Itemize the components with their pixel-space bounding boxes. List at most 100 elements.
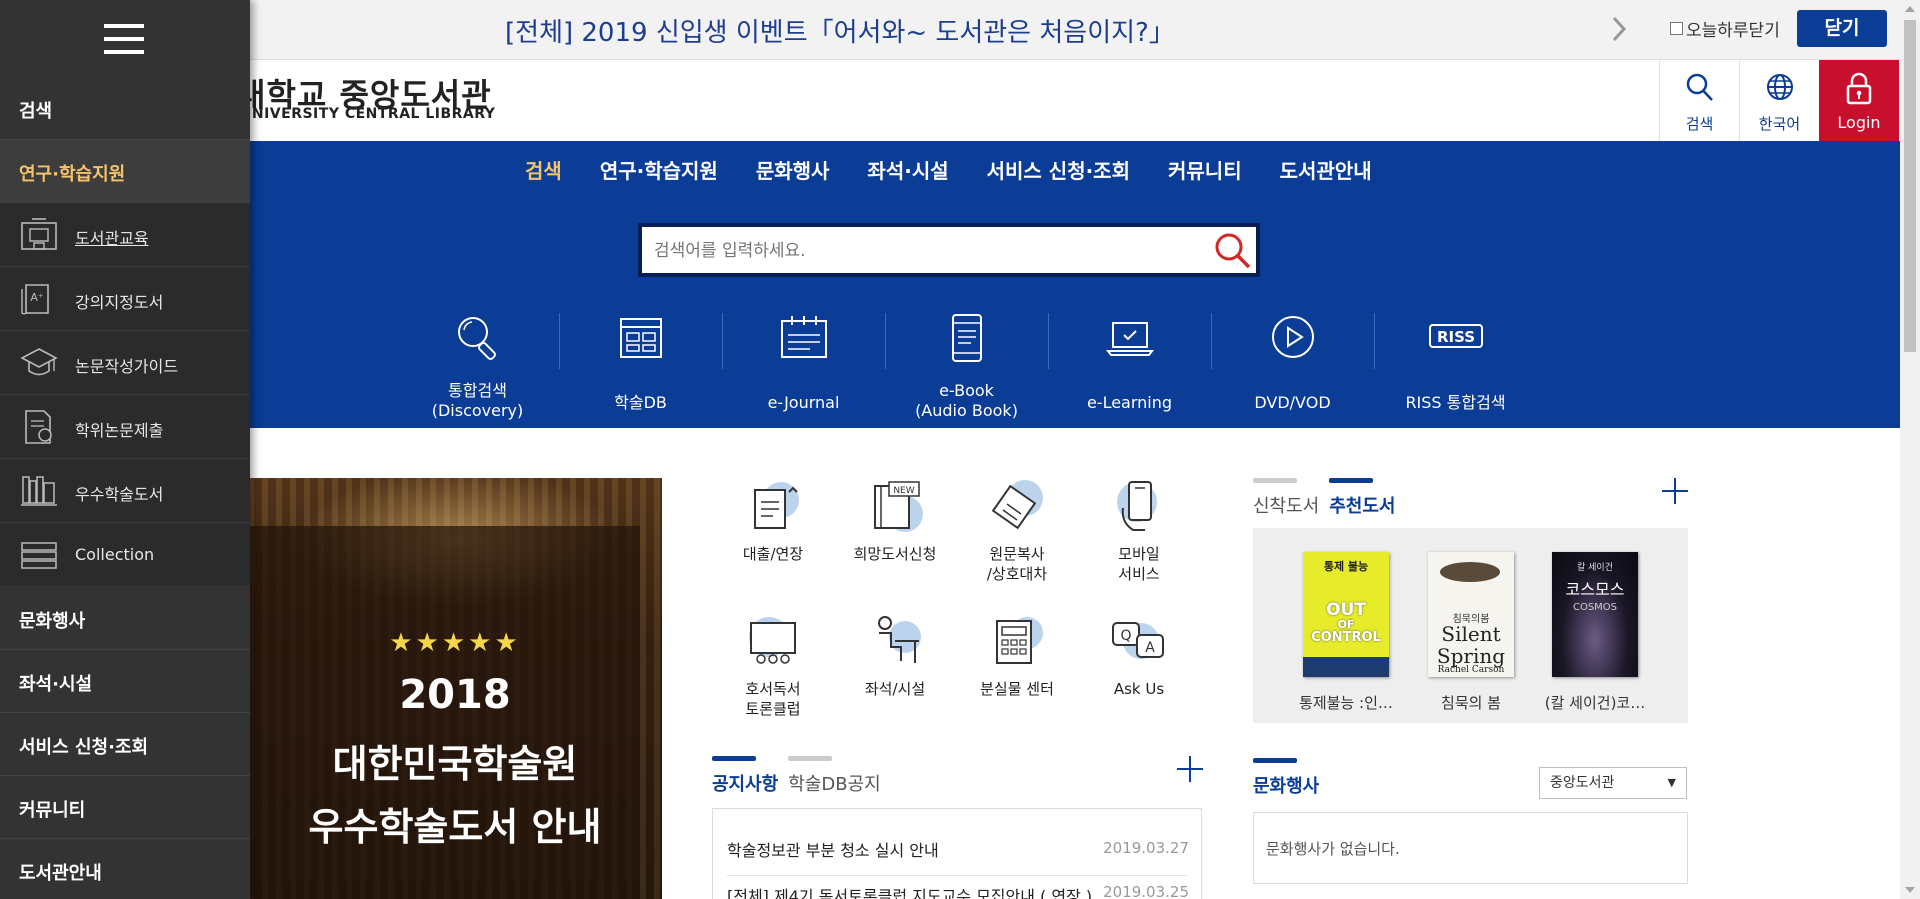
- book-title[interactable]: (칼 세이건)코…: [1532, 692, 1658, 713]
- search-input[interactable]: [654, 239, 1194, 263]
- gnb-culture[interactable]: 문화행사: [756, 155, 830, 184]
- search-icon: [1686, 73, 1713, 101]
- logo-english[interactable]: UNIVERSITY CENTRAL LIBRARY: [240, 106, 495, 122]
- library-select[interactable]: 중앙도서관 ▼: [1539, 767, 1687, 799]
- tab-recommended-books[interactable]: 추천도서: [1329, 478, 1396, 518]
- discussion-icon: [749, 617, 796, 664]
- notice-title[interactable]: [전체] 제4기 독서토론클럽 지도교수 모집안내 ( 연장 ): [727, 883, 1097, 899]
- side-item-seats[interactable]: 좌석·시설: [0, 650, 250, 713]
- notice-list: 학술정보관 부분 청소 실시 안내 2019.03.27 [전체] 제4기 독서…: [712, 808, 1202, 899]
- service-seats[interactable]: 좌석/시설: [834, 613, 956, 743]
- notice-link[interactable]: [전체] 2019 신입생 이벤트「어서와~ 도서관은 처음이지?」: [505, 12, 1175, 49]
- side-item-research[interactable]: 연구·학습지원: [0, 140, 250, 203]
- search-submit-icon[interactable]: [1212, 230, 1252, 270]
- quick-sublabel: (Discovery): [431, 401, 524, 420]
- mobile-icon: [1117, 481, 1157, 531]
- gnb-community[interactable]: 커뮤니티: [1168, 155, 1242, 184]
- side-sub-education[interactable]: 도서관교육: [0, 203, 250, 267]
- quick-label: 학술DB: [614, 393, 667, 412]
- quick-academic-db[interactable]: 학술DB: [559, 313, 722, 423]
- quick-ejournal[interactable]: e-Journal: [722, 313, 885, 423]
- service-label: 좌석/시설: [864, 680, 926, 698]
- tab-new-books[interactable]: 신착도서: [1253, 478, 1319, 518]
- util-search-button[interactable]: 검색: [1659, 60, 1739, 141]
- book-cover[interactable]: 침묵의봄 Silent Spring Rachel Carson: [1428, 552, 1514, 677]
- side-sub-thesis-submit[interactable]: 학위논문제출: [0, 395, 250, 459]
- book-cover[interactable]: 통제 불능 OUT OF CONTROL: [1303, 552, 1389, 677]
- book-title[interactable]: 침묵의 봄: [1408, 692, 1534, 713]
- book-cover[interactable]: 칼 세이건 코스모스 COSMOS: [1552, 552, 1638, 677]
- quick-dvd-vod[interactable]: DVD/VOD: [1211, 313, 1374, 423]
- side-sub-label: 우수학술도서: [75, 485, 164, 504]
- cover-text: Silent: [1441, 622, 1501, 646]
- library-select-value: 중앙도서관: [1550, 775, 1615, 791]
- hamburger-icon[interactable]: [104, 24, 144, 54]
- notice-close-button[interactable]: 닫기: [1797, 10, 1887, 47]
- side-sub-label: 학위논문제출: [75, 421, 164, 440]
- side-item-search[interactable]: 검색: [0, 77, 250, 140]
- scroll-up-icon[interactable]: [1905, 6, 1915, 12]
- service-discussion-club[interactable]: 호서독서 토론클럽: [712, 613, 834, 743]
- gnb-research[interactable]: 연구·학습지원: [600, 155, 718, 184]
- next-arrow-icon[interactable]: [1604, 14, 1634, 44]
- global-nav: 검색 연구·학습지원 문화행사 좌석·시설 서비스 신청·조회 커뮤니티 도서관…: [525, 155, 1372, 184]
- service-label: 모바일: [1118, 545, 1160, 563]
- gnb-search[interactable]: 검색: [525, 155, 562, 184]
- today-close-checkbox[interactable]: 오늘하루닫기: [1670, 16, 1780, 41]
- promo-banner[interactable]: ★★★★★ 2018 대한민국학술원 우수학술도서 안내: [248, 478, 662, 899]
- quick-ebook[interactable]: e-Book (Audio Book): [885, 313, 1048, 423]
- side-sub-label: Collection: [75, 545, 155, 564]
- scroll-thumb[interactable]: [1904, 20, 1916, 352]
- service-mobile[interactable]: 모바일 서비스: [1078, 478, 1200, 608]
- quick-label: e-Journal: [767, 393, 840, 412]
- util-language-button[interactable]: 한국어: [1739, 60, 1819, 141]
- quick-elearning[interactable]: e-Learning: [1048, 313, 1211, 423]
- quick-riss[interactable]: RISS RISS 통합검색: [1374, 313, 1537, 423]
- cover-text: Rachel Carson: [1437, 665, 1505, 675]
- side-sub-collection[interactable]: Collection: [0, 523, 250, 587]
- cover-band: [1303, 657, 1389, 677]
- service-loan[interactable]: 대출/연장: [712, 478, 834, 608]
- side-item-about[interactable]: 도서관안내: [0, 839, 250, 899]
- table-row[interactable]: [전체] 제4기 독서토론클럽 지도교수 모집안내 ( 연장 ) 2019.03…: [713, 809, 1201, 899]
- notice-more-icon[interactable]: [1177, 756, 1203, 782]
- service-ask-us[interactable]: Q A Ask Us: [1078, 613, 1200, 743]
- gnb-about[interactable]: 도서관안내: [1280, 155, 1372, 184]
- quick-discovery[interactable]: 통합검색 (Discovery): [396, 313, 559, 423]
- header: 대학교 중앙도서관 UNIVERSITY CENTRAL LIBRARY 검색 …: [0, 60, 1900, 141]
- svg-text:A: A: [1145, 640, 1155, 656]
- tab-db-notice[interactable]: 학술DB공지: [788, 756, 881, 796]
- cover-text: COSMOS: [1572, 602, 1618, 613]
- quick-label: e-Learning: [1086, 393, 1173, 412]
- scroll-down-icon[interactable]: [1905, 887, 1915, 893]
- side-item-culture[interactable]: 문화행사: [0, 587, 250, 650]
- service-copy[interactable]: 원문복사/상호대차: [956, 478, 1078, 608]
- gnb-seats[interactable]: 좌석·시설: [867, 155, 948, 184]
- side-menu: 검색 연구·학습지원 도서관교육 A⁺ 강의지정도서 논문작성가이드 학위논문제…: [0, 0, 250, 899]
- side-item-label: 검색: [19, 101, 53, 122]
- play-icon: [1272, 316, 1314, 358]
- search-box: [638, 223, 1260, 277]
- svg-text:A⁺: A⁺: [30, 291, 44, 304]
- gnb-service[interactable]: 서비스 신청·조회: [987, 155, 1130, 184]
- side-sub-label: 도서관교육: [75, 229, 149, 248]
- side-item-service[interactable]: 서비스 신청·조회: [0, 713, 250, 776]
- magnifier-icon: [458, 317, 496, 360]
- svg-text:RISS: RISS: [1437, 328, 1475, 346]
- books-more-icon[interactable]: [1662, 478, 1688, 504]
- tab-notice[interactable]: 공지사항: [712, 756, 778, 796]
- seat-icon: [878, 616, 921, 663]
- side-sub-excellent-books[interactable]: 우수학술도서: [0, 459, 250, 523]
- culture-title[interactable]: 문화행사: [1253, 758, 1319, 798]
- side-sub-assigned-books[interactable]: A⁺ 강의지정도서: [0, 267, 250, 331]
- service-request-book[interactable]: NEW 희망도서신청: [834, 478, 956, 608]
- checkbox-icon[interactable]: [1670, 22, 1683, 35]
- riss-icon: RISS: [1429, 324, 1483, 348]
- book-title[interactable]: 통제불능 :인…: [1283, 692, 1409, 713]
- page-scrollbar[interactable]: [1900, 0, 1920, 899]
- side-sub-thesis-guide[interactable]: 논문작성가이드: [0, 331, 250, 395]
- service-lost-found[interactable]: 분실물 센터: [956, 613, 1078, 743]
- login-button[interactable]: Login: [1819, 60, 1899, 141]
- classroom-icon: [21, 218, 57, 250]
- side-item-community[interactable]: 커뮤니티: [0, 776, 250, 839]
